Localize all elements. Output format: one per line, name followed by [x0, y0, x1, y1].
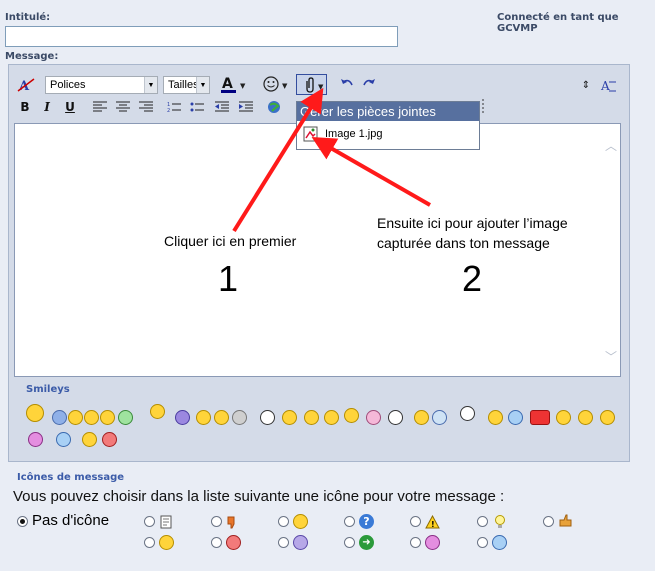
- arrow-to-attach-button: [232, 87, 324, 233]
- smiley-icon[interactable]: [366, 410, 381, 425]
- radio-icon-smile[interactable]: [278, 516, 289, 527]
- smiley-icon[interactable]: [304, 410, 319, 425]
- radio-icon-thumbdown[interactable]: [211, 516, 222, 527]
- no-icon-label: Pas d'icône: [32, 512, 110, 529]
- radio-icon-blush[interactable]: [410, 537, 421, 548]
- smiley-icon[interactable]: [488, 410, 503, 425]
- radio-icon-warning[interactable]: [410, 516, 421, 527]
- message-icons-title: Icônes de message: [17, 472, 125, 483]
- smiley-icon[interactable]: [175, 410, 190, 425]
- radio-icon-sad[interactable]: [278, 537, 289, 548]
- smiley-icon[interactable]: [282, 410, 297, 425]
- radio-icon-happy[interactable]: [477, 537, 488, 548]
- radio-icon-thumbup[interactable]: [543, 516, 554, 527]
- happy-smiley-icon: [492, 535, 507, 550]
- cool-smiley-icon: [159, 535, 174, 550]
- angry-smiley-icon: [226, 535, 241, 550]
- smiley-icon[interactable]: [460, 406, 475, 421]
- warning-icon: !: [425, 514, 440, 529]
- smiley-icon[interactable]: [26, 404, 44, 422]
- smiley-icon[interactable]: [68, 410, 83, 425]
- smiley-icon[interactable]: [414, 410, 429, 425]
- smiley-icon[interactable]: [118, 410, 133, 425]
- blush-smiley-icon: [425, 535, 440, 550]
- lightbulb-icon: [492, 514, 507, 529]
- smiley-icon[interactable]: [232, 410, 247, 425]
- smiley-icon[interactable]: [214, 410, 229, 425]
- sad-smiley-icon: [293, 535, 308, 550]
- arrow-to-image-item: [311, 137, 431, 207]
- smiley-icon[interactable]: [530, 410, 550, 425]
- smiley-icon[interactable]: [260, 410, 275, 425]
- smiley-icon[interactable]: [578, 410, 593, 425]
- smiley-icon[interactable]: [28, 432, 43, 447]
- note-icon: [158, 514, 173, 529]
- smiley-icon[interactable]: [556, 410, 571, 425]
- thumbs-up-icon: [558, 513, 573, 528]
- radio-icon-cool[interactable]: [144, 537, 155, 548]
- radio-no-icon[interactable]: [17, 516, 28, 527]
- smiley-icon[interactable]: [52, 410, 67, 425]
- radio-icon-question[interactable]: [344, 516, 355, 527]
- smiley-icon[interactable]: [600, 410, 615, 425]
- smiley-icon[interactable]: [344, 408, 359, 423]
- smiley-icon[interactable]: [100, 410, 115, 425]
- annotation-arrows: [232, 87, 431, 233]
- radio-icon-angry[interactable]: [211, 537, 222, 548]
- smiley-icon[interactable]: [508, 410, 523, 425]
- smiley-icon[interactable]: [324, 410, 339, 425]
- smileys-label: Smileys: [26, 384, 70, 395]
- radio-icon-note[interactable]: [144, 516, 155, 527]
- question-icon: ?: [359, 514, 374, 529]
- smiley-icon[interactable]: [56, 432, 71, 447]
- smile-icon: [293, 514, 308, 529]
- message-icons-instruction: Vous pouvez choisir dans la liste suivan…: [13, 488, 505, 505]
- smiley-icon[interactable]: [432, 410, 447, 425]
- smiley-icon[interactable]: [150, 404, 165, 419]
- smiley-icon[interactable]: [196, 410, 211, 425]
- thumbs-down-icon: [225, 514, 240, 529]
- radio-icon-arrow[interactable]: [344, 537, 355, 548]
- svg-text:!: !: [431, 520, 435, 529]
- smiley-icon[interactable]: [102, 432, 117, 447]
- arrow-right-icon: ➜: [359, 535, 374, 550]
- smiley-icon[interactable]: [84, 410, 99, 425]
- radio-icon-idea[interactable]: [477, 516, 488, 527]
- smiley-icon[interactable]: [82, 432, 97, 447]
- smiley-icon[interactable]: [388, 410, 403, 425]
- smileys-panel: [18, 398, 618, 450]
